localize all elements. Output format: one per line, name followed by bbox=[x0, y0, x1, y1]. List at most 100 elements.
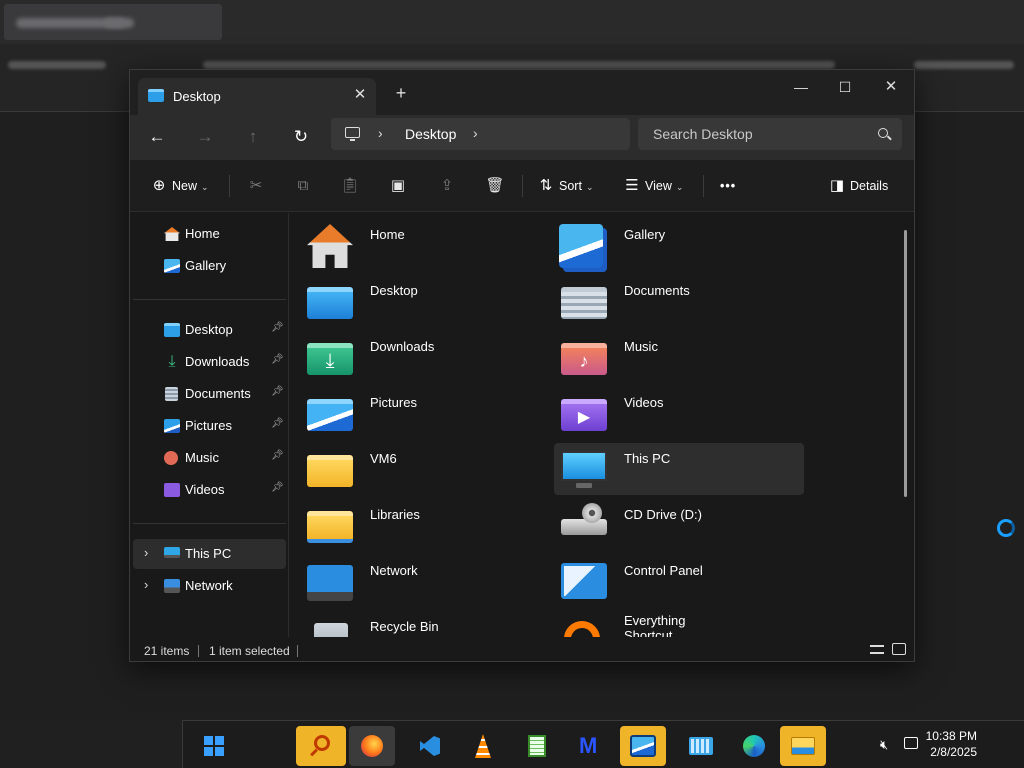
pictures-folder-icon bbox=[307, 399, 353, 431]
list-item-cd-drive[interactable]: CD Drive (D:) bbox=[554, 499, 804, 551]
taskbar-search-app[interactable] bbox=[296, 726, 346, 766]
up-button[interactable]: ↑ bbox=[238, 123, 268, 151]
selection-count: 1 item selected bbox=[209, 644, 290, 658]
tiles-view-icon[interactable] bbox=[892, 643, 906, 655]
chevron-right-icon[interactable]: › bbox=[144, 577, 148, 592]
downloads-icon: ⤓ bbox=[168, 353, 176, 370]
chevron-right-icon[interactable]: › bbox=[378, 125, 383, 141]
list-item-pictures[interactable]: Pictures bbox=[300, 387, 550, 439]
list-item-home[interactable]: Home bbox=[300, 219, 550, 271]
back-button[interactable]: ← bbox=[142, 123, 172, 151]
sidebar-item-downloads[interactable]: ⤓ Downloads 📌︎ bbox=[133, 347, 286, 377]
list-item-libraries[interactable]: Libraries bbox=[300, 499, 550, 551]
taskbar-malwarebytes[interactable]: M bbox=[568, 726, 614, 766]
taskbar-photos[interactable] bbox=[620, 726, 666, 766]
search-input[interactable]: Search Desktop bbox=[638, 118, 902, 150]
volume-muted-icon[interactable]: 🔇︎ bbox=[880, 737, 888, 753]
chevron-right-icon[interactable]: › bbox=[144, 545, 148, 560]
downloads-folder-icon: ⤓ bbox=[307, 343, 353, 375]
sidebar-item-network[interactable]: › Network bbox=[133, 571, 286, 601]
clock[interactable]: 10:38 PM 2/8/2025 bbox=[925, 729, 977, 759]
firefox-icon bbox=[361, 735, 383, 757]
chevron-right-icon[interactable]: › bbox=[473, 125, 478, 141]
item-name: VM6 bbox=[370, 451, 397, 466]
pin-icon[interactable]: 📌︎ bbox=[271, 322, 284, 333]
sidebar-item-videos[interactable]: Videos 📌︎ bbox=[133, 475, 286, 505]
refresh-button[interactable]: ↻ bbox=[286, 123, 316, 151]
new-tab-button[interactable]: + bbox=[391, 83, 411, 103]
item-name: Music bbox=[624, 339, 658, 354]
sidebar-item-label: Network bbox=[185, 578, 233, 593]
sidebar-item-gallery[interactable]: Gallery bbox=[133, 251, 286, 281]
pin-icon[interactable]: 📌︎ bbox=[271, 386, 284, 397]
share-icon[interactable]: ⇪ bbox=[433, 173, 461, 199]
item-name: Libraries bbox=[370, 507, 420, 522]
tab-close-button[interactable]: ✕ bbox=[350, 85, 370, 105]
forward-button[interactable]: → bbox=[190, 123, 220, 151]
pin-icon[interactable]: 📌︎ bbox=[271, 354, 284, 365]
taskbar-edge[interactable] bbox=[731, 726, 777, 766]
list-item-desktop[interactable]: Desktop bbox=[300, 275, 550, 327]
taskbar-vscode[interactable] bbox=[406, 726, 452, 766]
sidebar-item-label: Gallery bbox=[185, 258, 227, 273]
sort-button[interactable]: ⇅ Sort ⌄ bbox=[537, 173, 594, 199]
item-name: Network bbox=[370, 563, 418, 578]
paste-icon[interactable]: 📋︎ bbox=[336, 173, 364, 199]
network-status-icon[interactable] bbox=[904, 737, 918, 749]
list-item-downloads[interactable]: ⤓ Downloads bbox=[300, 331, 550, 383]
tab-title: Desktop bbox=[173, 89, 221, 104]
sidebar-item-music[interactable]: Music 📌︎ bbox=[133, 443, 286, 473]
item-name: CD Drive (D:) bbox=[624, 507, 702, 522]
sidebar-item-this-pc[interactable]: › This PC bbox=[133, 539, 286, 569]
list-item-documents[interactable]: Documents bbox=[554, 275, 804, 327]
delete-icon[interactable]: 🗑︎ bbox=[481, 173, 509, 199]
list-item-videos[interactable]: ▶ Videos bbox=[554, 387, 804, 439]
navigation-bar: ← → ↑ ↻ › Desktop › Search Desktop bbox=[130, 115, 914, 160]
list-item-recycle-bin[interactable]: Recycle Bin bbox=[300, 611, 550, 637]
address-bar[interactable]: › Desktop › bbox=[331, 118, 630, 150]
view-button[interactable]: ☰ View ⌄ bbox=[623, 173, 683, 199]
navigation-pane: Home Gallery Desktop 📌︎ ⤓ Downloads 📌︎ D… bbox=[130, 213, 289, 637]
list-item-vm6[interactable]: VM6 bbox=[300, 443, 550, 495]
cut-icon[interactable]: ✂ bbox=[242, 173, 270, 199]
start-button[interactable] bbox=[191, 726, 237, 766]
taskbar-notepad[interactable] bbox=[514, 726, 560, 766]
close-button[interactable]: ✕ bbox=[868, 72, 914, 102]
list-item-this-pc[interactable]: This PC bbox=[554, 443, 804, 495]
sidebar-item-documents[interactable]: Documents 📌︎ bbox=[133, 379, 286, 409]
taskbar: M 🔇︎ 10:38 PM 2/8/2025 bbox=[182, 720, 1024, 768]
rename-icon[interactable]: ▣ bbox=[384, 173, 412, 199]
details-button[interactable]: ◨ Details bbox=[828, 173, 888, 199]
network-icon bbox=[164, 579, 180, 593]
breadcrumb-desktop[interactable]: Desktop bbox=[405, 126, 456, 142]
taskbar-vlc[interactable] bbox=[460, 726, 506, 766]
taskbar-keyboard-app[interactable] bbox=[678, 726, 724, 766]
list-item-network[interactable]: Network bbox=[300, 555, 550, 607]
taskbar-file-explorer[interactable] bbox=[780, 726, 826, 766]
list-item-control-panel[interactable]: Control Panel bbox=[554, 555, 804, 607]
maximize-button[interactable]: ☐ bbox=[822, 72, 868, 102]
music-folder-icon: ♪ bbox=[561, 343, 607, 375]
vertical-scrollbar[interactable] bbox=[904, 230, 907, 497]
sidebar-item-home[interactable]: Home bbox=[133, 219, 286, 249]
copy-icon[interactable]: ⧉ bbox=[289, 173, 317, 199]
list-item-gallery[interactable]: Gallery bbox=[554, 219, 804, 271]
more-options-button[interactable]: ••• bbox=[720, 173, 736, 199]
item-name: Desktop bbox=[370, 283, 418, 298]
tab-desktop[interactable]: Desktop ✕ bbox=[138, 78, 376, 115]
list-item-music[interactable]: ♪ Music bbox=[554, 331, 804, 383]
title-bar[interactable]: Desktop ✕ + — ☐ ✕ bbox=[130, 70, 914, 115]
new-button[interactable]: ⊕ New ⌄ bbox=[150, 173, 209, 199]
details-view-icon[interactable] bbox=[870, 645, 884, 654]
pin-icon[interactable]: 📌︎ bbox=[271, 482, 284, 493]
home-icon bbox=[164, 227, 180, 241]
list-item-everything-shortcut[interactable]: Everything Shortcut bbox=[554, 611, 804, 637]
libraries-icon bbox=[307, 511, 353, 543]
sidebar-item-pictures[interactable]: Pictures 📌︎ bbox=[133, 411, 286, 441]
pin-icon[interactable]: 📌︎ bbox=[271, 450, 284, 461]
file-explorer-icon bbox=[791, 737, 815, 755]
taskbar-firefox[interactable] bbox=[349, 726, 395, 766]
sidebar-item-desktop[interactable]: Desktop 📌︎ bbox=[133, 315, 286, 345]
pin-icon[interactable]: 📌︎ bbox=[271, 418, 284, 429]
minimize-button[interactable]: — bbox=[778, 72, 824, 102]
